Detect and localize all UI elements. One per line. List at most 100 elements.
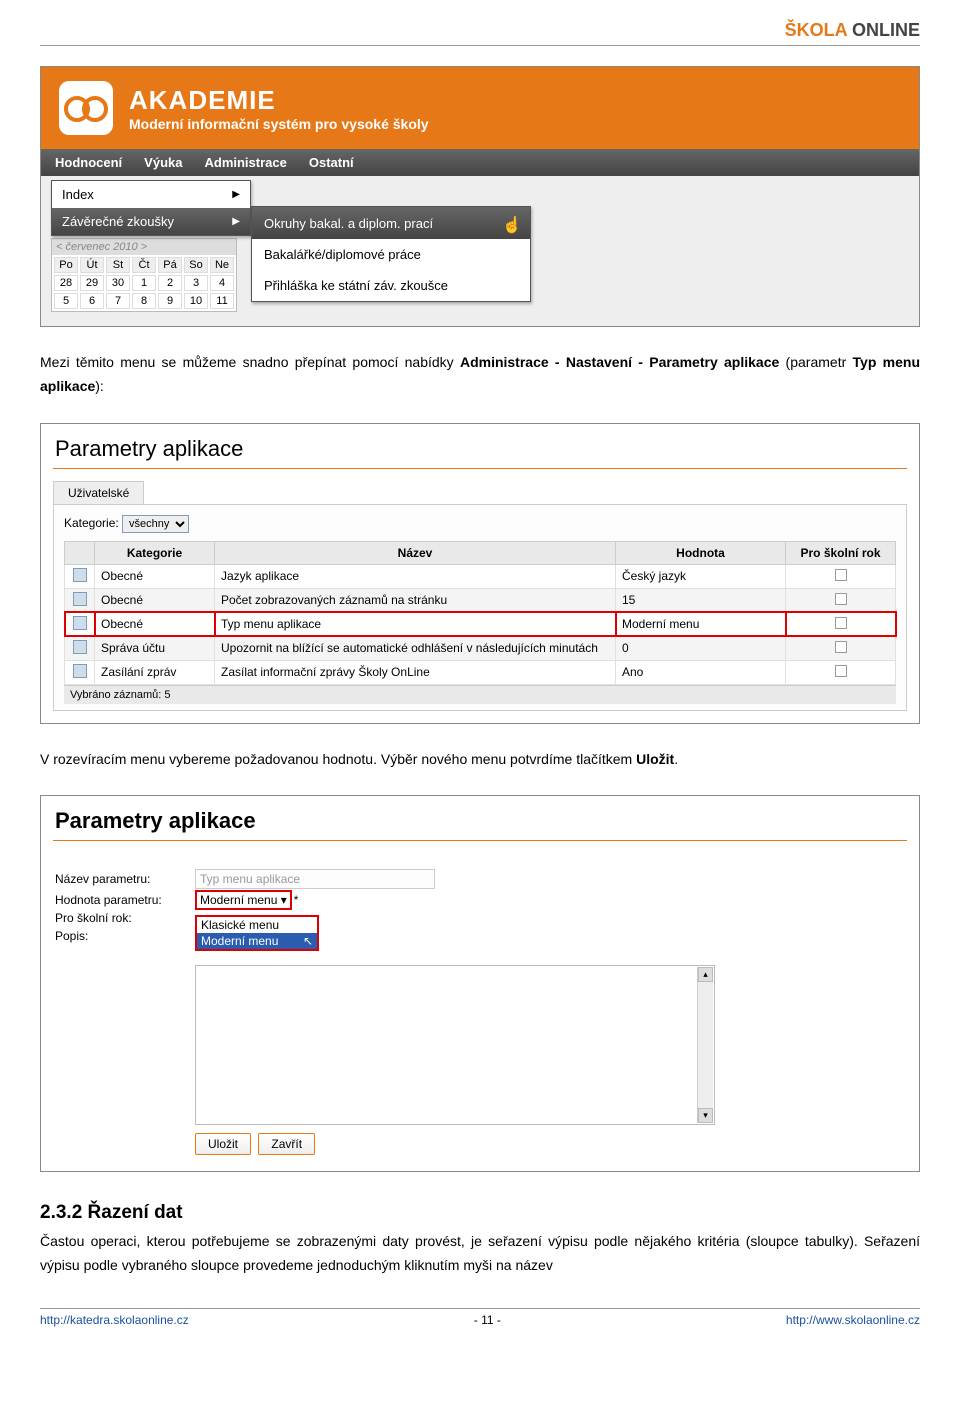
main-menubar: Hodnocení Výuka Administrace Ostatní (41, 149, 919, 176)
edit-icon[interactable] (73, 616, 87, 630)
submenu2-item-label: Přihláška ke státní záv. zkoušce (264, 278, 448, 293)
checkbox[interactable] (835, 593, 847, 605)
cal-day-head: Pá (158, 257, 182, 273)
menu-vyuka[interactable]: Výuka (144, 155, 182, 170)
screenshot-parametry-list: Parametry aplikace Uživatelské Kategorie… (40, 423, 920, 724)
th-edit (65, 541, 95, 564)
cell-val: Český jazyk (616, 564, 786, 588)
cal-day-head: Čt (132, 257, 156, 273)
edit-icon[interactable] (73, 592, 87, 606)
cal-cell[interactable]: 2 (158, 275, 182, 291)
edit-icon[interactable] (73, 664, 87, 678)
cell-cat: Zasílání zpráv (95, 660, 215, 684)
row-school-year: Pro školní rok: (55, 911, 905, 925)
th-hodnota[interactable]: Hodnota (616, 541, 786, 564)
cal-cell[interactable]: 6 (80, 293, 104, 309)
cell-val: Ano (616, 660, 786, 684)
cal-cell[interactable]: 3 (184, 275, 208, 291)
submenu-item-index[interactable]: Index ▶ (52, 181, 250, 208)
checkbox[interactable] (835, 569, 847, 581)
cal-day-head: So (184, 257, 208, 273)
chevron-right-icon: ▶ (232, 216, 240, 227)
cal-cell[interactable]: 10 (184, 293, 208, 309)
screenshot-parametry-edit: Parametry aplikace Název parametru: Hodn… (40, 795, 920, 1172)
row-desc: Popis: Typ menu aplikace ▴ ▾ Uložit Zavř… (55, 929, 905, 1155)
cell-name: Počet zobrazovaných záznamů na stránku (215, 588, 616, 612)
row-param-value: Hodnota parametru: Moderní menu ▾* Klasi… (55, 893, 905, 907)
cal-day-head: Út (80, 257, 104, 273)
input-param-name (195, 869, 435, 889)
parameters-panel: Kategorie: všechny Kategorie Název Hodno… (53, 504, 907, 711)
submenu2-item-label: Okruhy bakal. a diplom. prací (264, 216, 433, 231)
submenu2-item-okruhy[interactable]: Okruhy bakal. a diplom. prací (252, 207, 530, 239)
cal-cell[interactable]: 11 (210, 293, 234, 309)
cell-cat: Správa účtu (95, 636, 215, 660)
app-banner: AKADEMIE Moderní informační systém pro v… (41, 67, 919, 149)
submenu-item-zaverecne[interactable]: Závěrečné zkoušky ▶ (52, 208, 250, 235)
cal-cell[interactable]: 28 (54, 275, 78, 291)
brand-word-a: ŠKOLA (785, 20, 847, 40)
th-proskolnirok[interactable]: Pro školní rok (786, 541, 896, 564)
scroll-down-icon[interactable]: ▾ (698, 1108, 713, 1123)
calendar-header: < červenec 2010 > (52, 239, 236, 255)
label-school-year: Pro školní rok: (55, 911, 195, 925)
category-select[interactable]: všechny (122, 515, 189, 533)
tab-uzivatelske[interactable]: Uživatelské (53, 481, 144, 504)
table-row-highlighted: Obecné Typ menu aplikace Moderní menu (65, 612, 896, 636)
label-param-value: Hodnota parametru: (55, 893, 195, 907)
checkbox[interactable] (835, 617, 847, 629)
row-param-name: Název parametru: (55, 869, 905, 889)
cal-cell[interactable]: 29 (80, 275, 104, 291)
chevron-down-icon: ▾ (281, 893, 287, 907)
menu-hodnoceni[interactable]: Hodnocení (55, 155, 122, 170)
divider (53, 840, 907, 841)
footer-left-link[interactable]: http://katedra.skolaonline.cz (40, 1313, 189, 1327)
submenu2-item-bakalarske[interactable]: Bakalářké/diplomové práce (252, 239, 530, 270)
divider (53, 468, 907, 469)
parameters-table: Kategorie Název Hodnota Pro školní rok O… (64, 541, 896, 685)
cell-val: 0 (616, 636, 786, 660)
submenu-level2: Okruhy bakal. a diplom. prací Bakalářké/… (251, 206, 531, 302)
cal-cell[interactable]: 9 (158, 293, 182, 309)
calendar-table: Po Út St Čt Pá So Ne 28 29 30 1 2 3 4 (52, 255, 236, 311)
submenu-level1: Index ▶ Závěrečné zkoušky ▶ (51, 180, 251, 236)
save-button[interactable]: Uložit (195, 1133, 251, 1155)
table-row: Obecné Jazyk aplikace Český jazyk (65, 564, 896, 588)
checkbox[interactable] (835, 665, 847, 677)
page-footer: http://katedra.skolaonline.cz - 11 - htt… (40, 1308, 920, 1327)
cal-cell[interactable]: 7 (106, 293, 130, 309)
submenu-item-label: Index (62, 187, 94, 202)
menu-ostatni[interactable]: Ostatní (309, 155, 354, 170)
panel-title: Parametry aplikace (41, 424, 919, 468)
cal-cell[interactable]: 5 (54, 293, 78, 309)
close-button[interactable]: Zavřít (258, 1133, 315, 1155)
submenu-item-label: Závěrečné zkoušky (62, 214, 174, 229)
banner-subtitle: Moderní informační systém pro vysoké ško… (129, 116, 429, 132)
cell-name: Typ menu aplikace (215, 612, 616, 636)
cell-cat: Obecné (95, 564, 215, 588)
cursor-pointer-icon (502, 215, 518, 231)
th-nazev[interactable]: Název (215, 541, 616, 564)
cal-cell[interactable]: 8 (132, 293, 156, 309)
description-textarea[interactable]: ▴ ▾ (195, 965, 715, 1125)
edit-icon[interactable] (73, 640, 87, 654)
label-param-name: Název parametru: (55, 872, 195, 886)
paragraph-2: V rozevíracím menu vybereme požadovanou … (40, 748, 920, 772)
brand-word-b: ONLINE (847, 20, 920, 40)
checkbox[interactable] (835, 641, 847, 653)
panel-title: Parametry aplikace (41, 796, 919, 840)
menu-administrace[interactable]: Administrace (204, 155, 286, 170)
cal-cell[interactable]: 4 (210, 275, 234, 291)
cell-cat: Obecné (95, 612, 215, 636)
th-kategorie[interactable]: Kategorie (95, 541, 215, 564)
cal-day-head: Po (54, 257, 78, 273)
cal-cell[interactable]: 1 (132, 275, 156, 291)
footer-right-link[interactable]: http://www.skolaonline.cz (786, 1313, 920, 1327)
paragraph-1: Mezi těmito menu se můžeme snadno přepín… (40, 351, 920, 399)
calendar-widget: < červenec 2010 > Po Út St Čt Pá So Ne 2… (51, 238, 237, 312)
cal-cell[interactable]: 30 (106, 275, 130, 291)
scroll-up-icon[interactable]: ▴ (698, 967, 713, 982)
value-select[interactable]: Moderní menu ▾ (195, 890, 292, 910)
edit-icon[interactable] (73, 568, 87, 582)
submenu2-item-prihlaska[interactable]: Přihláška ke státní záv. zkoušce (252, 270, 530, 301)
